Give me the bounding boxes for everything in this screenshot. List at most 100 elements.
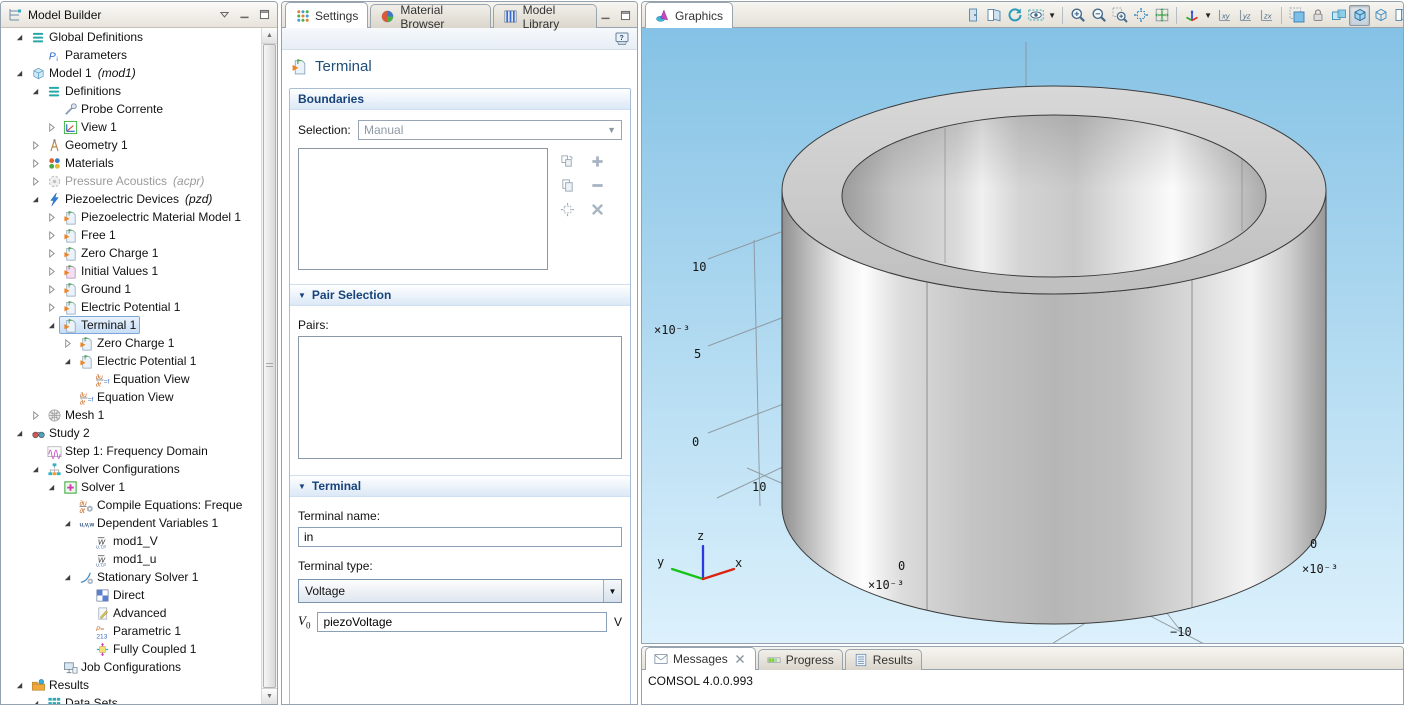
tree-item-mod1-u[interactable]: WU,T,P mod1_u (1, 550, 262, 568)
tree-item-ground-1[interactable]: Ground 1 (1, 280, 262, 298)
pairs-list[interactable] (298, 336, 622, 459)
tree-item-dependent-variables-1[interactable]: u,v,w Dependent Variables 1 (1, 514, 262, 532)
tree-item-initial-values-1[interactable]: Initial Values 1 (1, 262, 262, 280)
tab-material-browser[interactable]: Material Browser (370, 4, 490, 28)
dropdown-caret-icon[interactable]: ▼ (1204, 11, 1212, 20)
dropdown-caret-icon[interactable]: ▼ (1048, 11, 1056, 20)
tab-graphics[interactable]: Graphics (645, 2, 733, 28)
tree-item-solver-1[interactable]: Solver 1 (1, 478, 262, 496)
tree-item-results[interactable]: Results (1, 676, 262, 694)
copy-selection-button[interactable] (557, 150, 577, 173)
zoom-box-button[interactable] (1109, 5, 1130, 26)
expander-open-icon[interactable] (59, 353, 75, 369)
go-to-xy-view-button[interactable]: xy (1214, 5, 1235, 26)
tree-item-global-definitions[interactable]: Global Definitions (1, 28, 262, 46)
tree-item-equation-view[interactable]: ∂u∂t=f Equation View (1, 370, 262, 388)
tree-item-probe-corrente[interactable]: Probe Corrente (1, 100, 262, 118)
tab-results[interactable]: Results (845, 649, 922, 670)
scroll-up-icon[interactable]: ▲ (262, 28, 277, 44)
expander-closed-icon[interactable] (43, 281, 59, 297)
tree-item-fully-coupled-1[interactable]: Fully Coupled 1 (1, 640, 262, 658)
tree-item-materials[interactable]: Materials (1, 154, 262, 172)
expander-open-icon[interactable] (11, 677, 27, 693)
view-menu-icon[interactable] (218, 8, 231, 21)
wireframe-view-button[interactable] (1370, 5, 1391, 26)
expander-closed-icon[interactable] (43, 119, 59, 135)
tree-item-mesh-1[interactable]: Mesh 1 (1, 406, 262, 424)
selection-combo[interactable]: Manual ▼ (358, 120, 622, 140)
help-icon[interactable]: ? (614, 31, 630, 47)
clear-selection-button[interactable] (587, 198, 607, 221)
minimize-icon[interactable] (238, 8, 251, 21)
v0-input[interactable] (317, 612, 607, 632)
go-to-yz-view-button[interactable]: yz (1235, 5, 1256, 26)
expander-closed-icon[interactable] (59, 335, 75, 351)
expander-open-icon[interactable] (43, 317, 59, 333)
expander-open-icon[interactable] (11, 29, 27, 45)
expander-closed-icon[interactable] (27, 173, 43, 189)
expander-open-icon[interactable] (27, 695, 43, 704)
tree-item-model-1[interactable]: Model 1(mod1) (1, 64, 262, 82)
expander-open-icon[interactable] (11, 65, 27, 81)
go-to-zx-view-button[interactable]: zx (1256, 5, 1277, 26)
minimize-icon[interactable] (599, 9, 612, 22)
remove-from-selection-button[interactable] (587, 174, 607, 197)
terminal-name-input[interactable] (298, 527, 622, 547)
maximize-icon[interactable] (619, 9, 632, 22)
tab-model-library[interactable]: Model Library (493, 4, 597, 28)
detach-window-button[interactable] (983, 5, 1004, 26)
expander-open-icon[interactable] (43, 479, 59, 495)
tree-scrollbar[interactable]: ▲ ▼ (261, 28, 277, 704)
tree-item-definitions[interactable]: Definitions (1, 82, 262, 100)
tree-item-job-configurations[interactable]: Job Configurations (1, 658, 262, 676)
tree-item-view-1[interactable]: View 1 (1, 118, 262, 136)
tree-item-mod1-v[interactable]: WU,T,P mod1_V (1, 532, 262, 550)
expander-open-icon[interactable] (27, 83, 43, 99)
zoom-out-button[interactable] (1088, 5, 1109, 26)
tab-progress[interactable]: Progress (758, 649, 843, 670)
expander-open-icon[interactable] (59, 569, 75, 585)
scroll-thumb[interactable] (263, 44, 276, 688)
zoom-extents-button[interactable] (1151, 5, 1172, 26)
shaded-view-button[interactable] (1349, 5, 1370, 26)
add-to-selection-button[interactable] (587, 150, 607, 173)
desktop-window-button[interactable] (962, 5, 983, 26)
combo-dropdown-icon[interactable]: ▼ (603, 580, 621, 602)
terminal-section-header[interactable]: ▼ Terminal (290, 475, 630, 497)
close-tab-icon[interactable] (733, 652, 747, 666)
tree-item-geometry-1[interactable]: Geometry 1 (1, 136, 262, 154)
tree-item-zero-charge-1[interactable]: Zero Charge 1 (1, 334, 262, 352)
expander-closed-icon[interactable] (43, 227, 59, 243)
expander-closed-icon[interactable] (43, 263, 59, 279)
maximize-icon[interactable] (258, 8, 271, 21)
tree-item-electric-potential-1[interactable]: Electric Potential 1 (1, 352, 262, 370)
transparency-button[interactable] (1328, 5, 1349, 26)
reset-view-button[interactable] (1004, 5, 1025, 26)
tree-item-parameters[interactable]: Pi Parameters (1, 46, 262, 64)
expander-closed-icon[interactable] (43, 209, 59, 225)
scene-settings-button[interactable] (1286, 5, 1307, 26)
tree-item-step-1-frequency-domain[interactable]: Step 1: Frequency Domain (1, 442, 262, 460)
tree-item-direct[interactable]: Direct (1, 586, 262, 604)
expander-open-icon[interactable] (11, 425, 27, 441)
expander-closed-icon[interactable] (27, 407, 43, 423)
tree-item-piezoelectric-devices[interactable]: Piezoelectric Devices(pzd) (1, 190, 262, 208)
tree-item-zero-charge-1[interactable]: Zero Charge 1 (1, 244, 262, 262)
boundaries-section-header[interactable]: Boundaries (290, 89, 630, 110)
expander-closed-icon[interactable] (27, 137, 43, 153)
zoom-to-selection-button[interactable] (557, 198, 577, 221)
expander-open-icon[interactable] (59, 515, 75, 531)
zoom-to-selection-button[interactable] (1130, 5, 1151, 26)
graphics-canvas[interactable]: z y x 10×10⁻³50100×10⁻³0×10⁻³−10 (642, 28, 1403, 643)
tab-messages[interactable]: Messages (645, 647, 756, 670)
tree-item-study-2[interactable]: Study 2 (1, 424, 262, 442)
tree-item-advanced[interactable]: Advanced (1, 604, 262, 622)
lock-view-button[interactable] (1307, 5, 1328, 26)
tree-item-equation-view[interactable]: ∂u∂t=f Equation View (1, 388, 262, 406)
tree-item-terminal-1[interactable]: Terminal 1 (1, 316, 262, 334)
tree-item-parametric-1[interactable]: P=213 Parametric 1 (1, 622, 262, 640)
view-orientation-button[interactable] (1181, 5, 1202, 26)
boundaries-list[interactable] (298, 148, 548, 270)
expander-closed-icon[interactable] (27, 155, 43, 171)
tree-item-free-1[interactable]: Free 1 (1, 226, 262, 244)
